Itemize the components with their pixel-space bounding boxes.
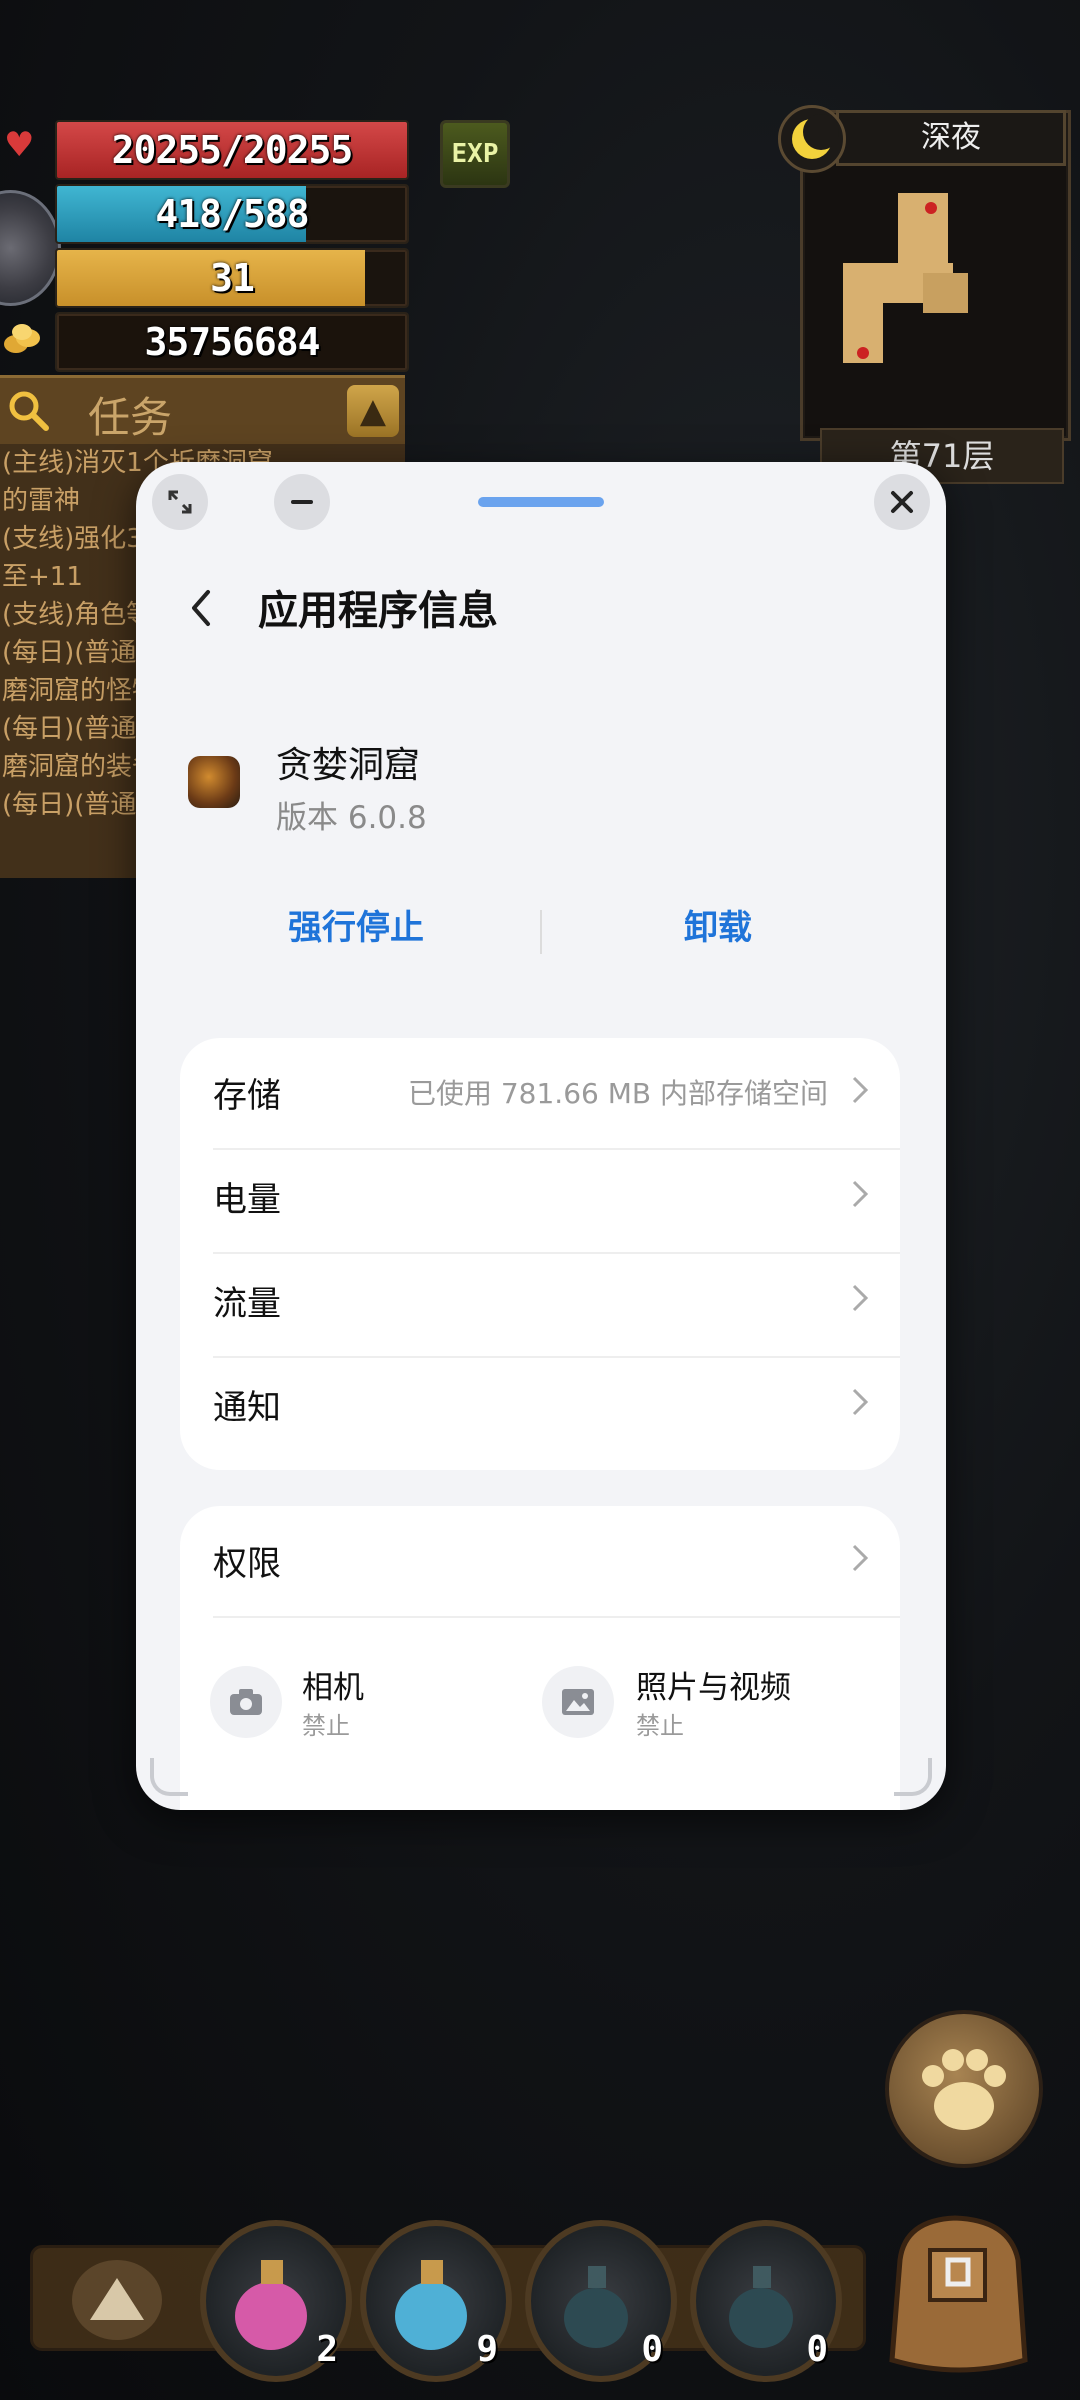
row-label: 存储 bbox=[213, 1076, 281, 1116]
chevron-right-icon bbox=[852, 1180, 869, 1208]
collapse-arrow-icon[interactable]: ▲ bbox=[347, 385, 399, 437]
quest-title: 任务 bbox=[88, 393, 173, 442]
page-title: 应用程序信息 bbox=[258, 588, 498, 634]
permission-name: 相机 bbox=[302, 1670, 364, 1706]
row-divider bbox=[213, 1616, 900, 1618]
expand-icon bbox=[168, 490, 192, 514]
row-value: 已使用 781.66 MB 内部存储空间 bbox=[407, 1077, 828, 1110]
data-usage-row[interactable]: 流量 bbox=[180, 1246, 900, 1349]
notifications-row[interactable]: 通知 bbox=[180, 1350, 900, 1453]
app-version: 版本 6.0.8 bbox=[276, 800, 427, 836]
back-arrow-icon[interactable] bbox=[186, 586, 216, 630]
slot-count: 0 bbox=[641, 2329, 663, 2370]
gold-bar: 35756684 bbox=[55, 312, 409, 372]
drag-handle[interactable] bbox=[478, 497, 604, 507]
permission-state: 禁止 bbox=[636, 1712, 684, 1740]
force-stop-button[interactable]: 强行停止 bbox=[288, 900, 424, 949]
quest-header: 任务 ▲ bbox=[0, 378, 405, 444]
uninstall-button[interactable]: 卸载 bbox=[684, 900, 752, 949]
exp-button[interactable]: EXP bbox=[440, 120, 510, 188]
potion-slot[interactable]: 0 bbox=[525, 2220, 677, 2382]
expand-triangle-icon[interactable] bbox=[72, 2260, 162, 2340]
chevron-right-icon bbox=[852, 1544, 869, 1572]
row-label: 电量 bbox=[213, 1180, 281, 1220]
potion-slot[interactable]: 0 bbox=[690, 2220, 842, 2382]
permissions-row[interactable]: 权限 bbox=[180, 1506, 900, 1609]
photo-icon bbox=[562, 1689, 594, 1715]
minimize-button[interactable] bbox=[274, 474, 330, 530]
resize-handle[interactable] bbox=[150, 1758, 188, 1796]
gold-text: 35756684 bbox=[144, 320, 320, 364]
slot-count: 2 bbox=[316, 2329, 338, 2370]
row-label: 通知 bbox=[213, 1388, 281, 1428]
mp-bar: 418/588 bbox=[55, 184, 409, 244]
chevron-right-icon bbox=[852, 1076, 869, 1104]
fullscreen-button[interactable] bbox=[152, 474, 208, 530]
level-text: 31 bbox=[210, 256, 255, 300]
camera-icon bbox=[230, 1689, 262, 1715]
battery-row[interactable]: 电量 bbox=[180, 1142, 900, 1245]
storage-row[interactable]: 存储 已使用 781.66 MB 内部存储空间 bbox=[180, 1038, 900, 1141]
search-icon[interactable] bbox=[6, 388, 50, 432]
level-bar: 31 bbox=[55, 248, 409, 308]
chevron-right-icon bbox=[852, 1388, 869, 1416]
hp-bar: 20255/20255 bbox=[55, 120, 409, 180]
app-name: 贪婪洞窟 bbox=[276, 745, 421, 786]
slot-count: 0 bbox=[806, 2329, 828, 2370]
permission-icon-wrap[interactable] bbox=[542, 1666, 614, 1738]
hp-text: 20255/20255 bbox=[111, 128, 354, 172]
action-divider bbox=[540, 910, 542, 954]
mp-text: 418/588 bbox=[155, 192, 309, 236]
permission-icon-wrap[interactable] bbox=[210, 1666, 282, 1738]
slot-count: 9 bbox=[476, 2329, 498, 2370]
app-icon bbox=[188, 756, 240, 808]
close-button[interactable] bbox=[874, 474, 930, 530]
paw-icon[interactable] bbox=[885, 2010, 1043, 2168]
minus-icon bbox=[291, 500, 313, 504]
permission-state: 禁止 bbox=[302, 1712, 350, 1740]
potion-slot[interactable]: 2 bbox=[200, 2220, 352, 2382]
moon-icon bbox=[778, 105, 846, 173]
hero-avatar[interactable] bbox=[0, 190, 61, 306]
row-label: 流量 bbox=[213, 1284, 281, 1324]
time-of-day-label: 深夜 bbox=[836, 110, 1066, 166]
row-label: 权限 bbox=[213, 1544, 281, 1584]
permissions-card: 权限 相机 禁止 照片与视频 禁止 bbox=[180, 1506, 900, 1810]
heart-icon: ♥ bbox=[4, 125, 35, 165]
coin-icon bbox=[4, 324, 40, 353]
settings-card: 存储 已使用 781.66 MB 内部存储空间 电量 流量 通知 bbox=[180, 1038, 900, 1470]
chevron-right-icon bbox=[852, 1284, 869, 1312]
potion-slot[interactable]: 9 bbox=[360, 2220, 512, 2382]
permission-name: 照片与视频 bbox=[636, 1670, 791, 1706]
close-icon bbox=[891, 491, 913, 513]
backpack-icon[interactable] bbox=[870, 2190, 1045, 2380]
